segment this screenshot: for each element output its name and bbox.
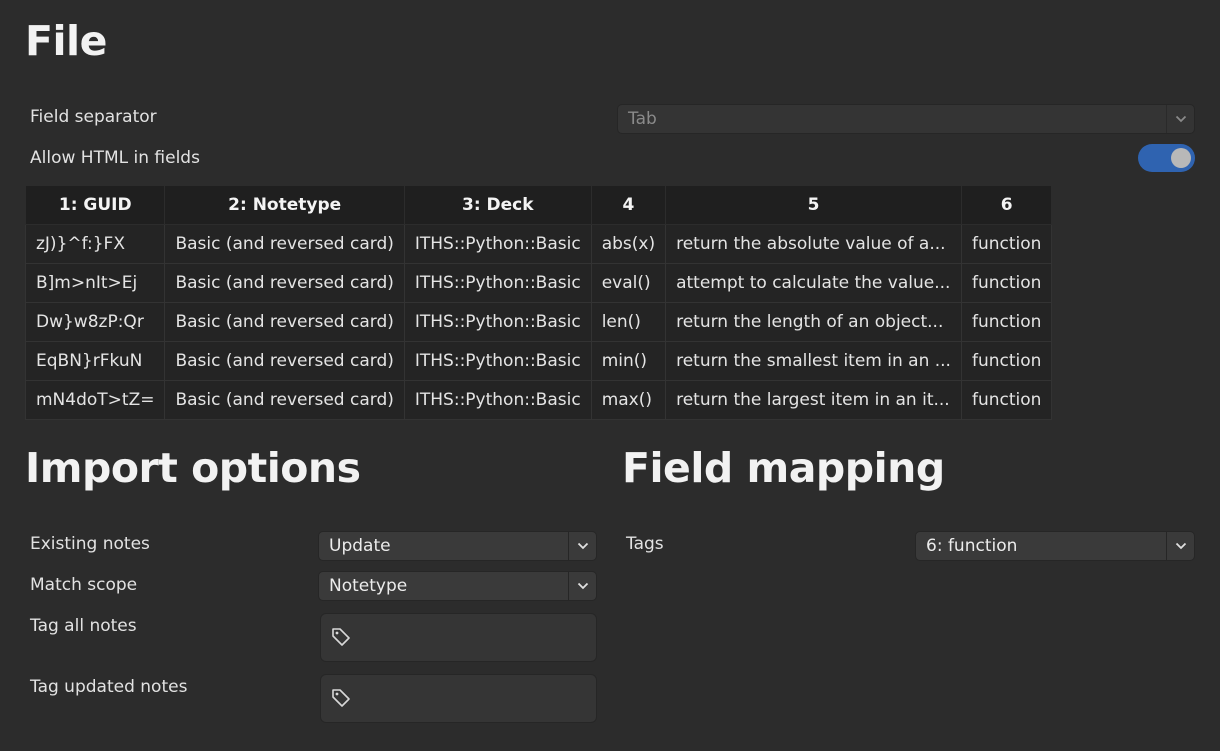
table-cell: mN4doT>tZ= [24, 380, 166, 420]
column-header[interactable]: 1: GUID [24, 185, 166, 225]
table-cell: ITHS::Python::Basic [403, 224, 592, 264]
table-cell: zJ)}^f:}FX [24, 224, 166, 264]
table-cell: Basic (and reversed card) [164, 302, 405, 342]
table-header-row: 1: GUID 2: Notetype 3: Deck 4 5 6 [24, 185, 1053, 225]
table-row: zJ)}^f:}FX Basic (and reversed card) ITH… [24, 224, 1053, 264]
tags-field-select[interactable]: 6: function [915, 531, 1195, 561]
allow-html-toggle[interactable] [1138, 144, 1195, 172]
preview-table: 1: GUID 2: Notetype 3: Deck 4 5 6 zJ)}^f… [24, 185, 1053, 420]
tag-all-notes-label: Tag all notes [30, 616, 137, 636]
tags-label: Tags [626, 534, 664, 554]
match-scope-value: Notetype [329, 576, 408, 596]
table-cell: eval() [590, 263, 667, 303]
existing-notes-select[interactable]: Update [318, 531, 597, 561]
table-cell: Basic (and reversed card) [164, 263, 405, 303]
table-cell: ITHS::Python::Basic [403, 380, 592, 420]
table-cell: function [960, 380, 1053, 420]
allow-html-label: Allow HTML in fields [30, 148, 200, 168]
tag-updated-notes-label: Tag updated notes [30, 677, 188, 697]
column-header[interactable]: 3: Deck [403, 185, 592, 225]
column-header[interactable]: 2: Notetype [164, 185, 405, 225]
chevron-down-icon [568, 532, 596, 560]
tag-icon [331, 688, 351, 712]
table-cell: B]m>nIt>Ej [24, 263, 166, 303]
table-row: Dw}w8zP:Qr Basic (and reversed card) ITH… [24, 302, 1053, 342]
file-heading: File [25, 17, 107, 65]
table-cell: abs(x) [590, 224, 667, 264]
table-cell: Dw}w8zP:Qr [24, 302, 166, 342]
table-cell: EqBN}rFkuN [24, 341, 166, 381]
table-cell: Basic (and reversed card) [164, 224, 405, 264]
chevron-down-icon [1166, 105, 1194, 133]
table-cell: min() [590, 341, 667, 381]
chevron-down-icon [1166, 532, 1194, 560]
table-cell: max() [590, 380, 667, 420]
column-header[interactable]: 5 [665, 185, 962, 225]
table-cell: Basic (and reversed card) [164, 341, 405, 381]
table-cell: return the absolute value of a... [665, 224, 962, 264]
table-cell: len() [590, 302, 667, 342]
table-cell: ITHS::Python::Basic [403, 341, 592, 381]
toggle-knob [1171, 148, 1191, 168]
table-cell: ITHS::Python::Basic [403, 302, 592, 342]
field-separator-value: Tab [628, 109, 657, 129]
chevron-down-icon [568, 572, 596, 600]
table-row: B]m>nIt>Ej Basic (and reversed card) ITH… [24, 263, 1053, 303]
table-cell: function [960, 302, 1053, 342]
column-header[interactable]: 4 [590, 185, 667, 225]
import-options-heading: Import options [25, 444, 361, 492]
table-cell: function [960, 263, 1053, 303]
field-mapping-heading: Field mapping [622, 444, 945, 492]
table-row: EqBN}rFkuN Basic (and reversed card) ITH… [24, 341, 1053, 381]
tag-updated-notes-input[interactable] [320, 674, 597, 723]
existing-notes-value: Update [329, 536, 391, 556]
tag-all-notes-input[interactable] [320, 613, 597, 662]
tag-icon [331, 627, 351, 651]
existing-notes-label: Existing notes [30, 534, 150, 554]
table-cell: Basic (and reversed card) [164, 380, 405, 420]
match-scope-select[interactable]: Notetype [318, 571, 597, 601]
table-cell: function [960, 341, 1053, 381]
tags-field-value: 6: function [926, 536, 1018, 556]
column-header[interactable]: 6 [960, 185, 1053, 225]
table-cell: attempt to calculate the value... [665, 263, 962, 303]
table-row: mN4doT>tZ= Basic (and reversed card) ITH… [24, 380, 1053, 420]
field-separator-select[interactable]: Tab [617, 104, 1195, 134]
match-scope-label: Match scope [30, 575, 138, 595]
table-cell: return the largest item in an it... [665, 380, 962, 420]
field-separator-label: Field separator [30, 107, 157, 127]
table-cell: return the length of an object... [665, 302, 962, 342]
table-cell: function [960, 224, 1053, 264]
table-cell: return the smallest item in an ... [665, 341, 962, 381]
table-cell: ITHS::Python::Basic [403, 263, 592, 303]
